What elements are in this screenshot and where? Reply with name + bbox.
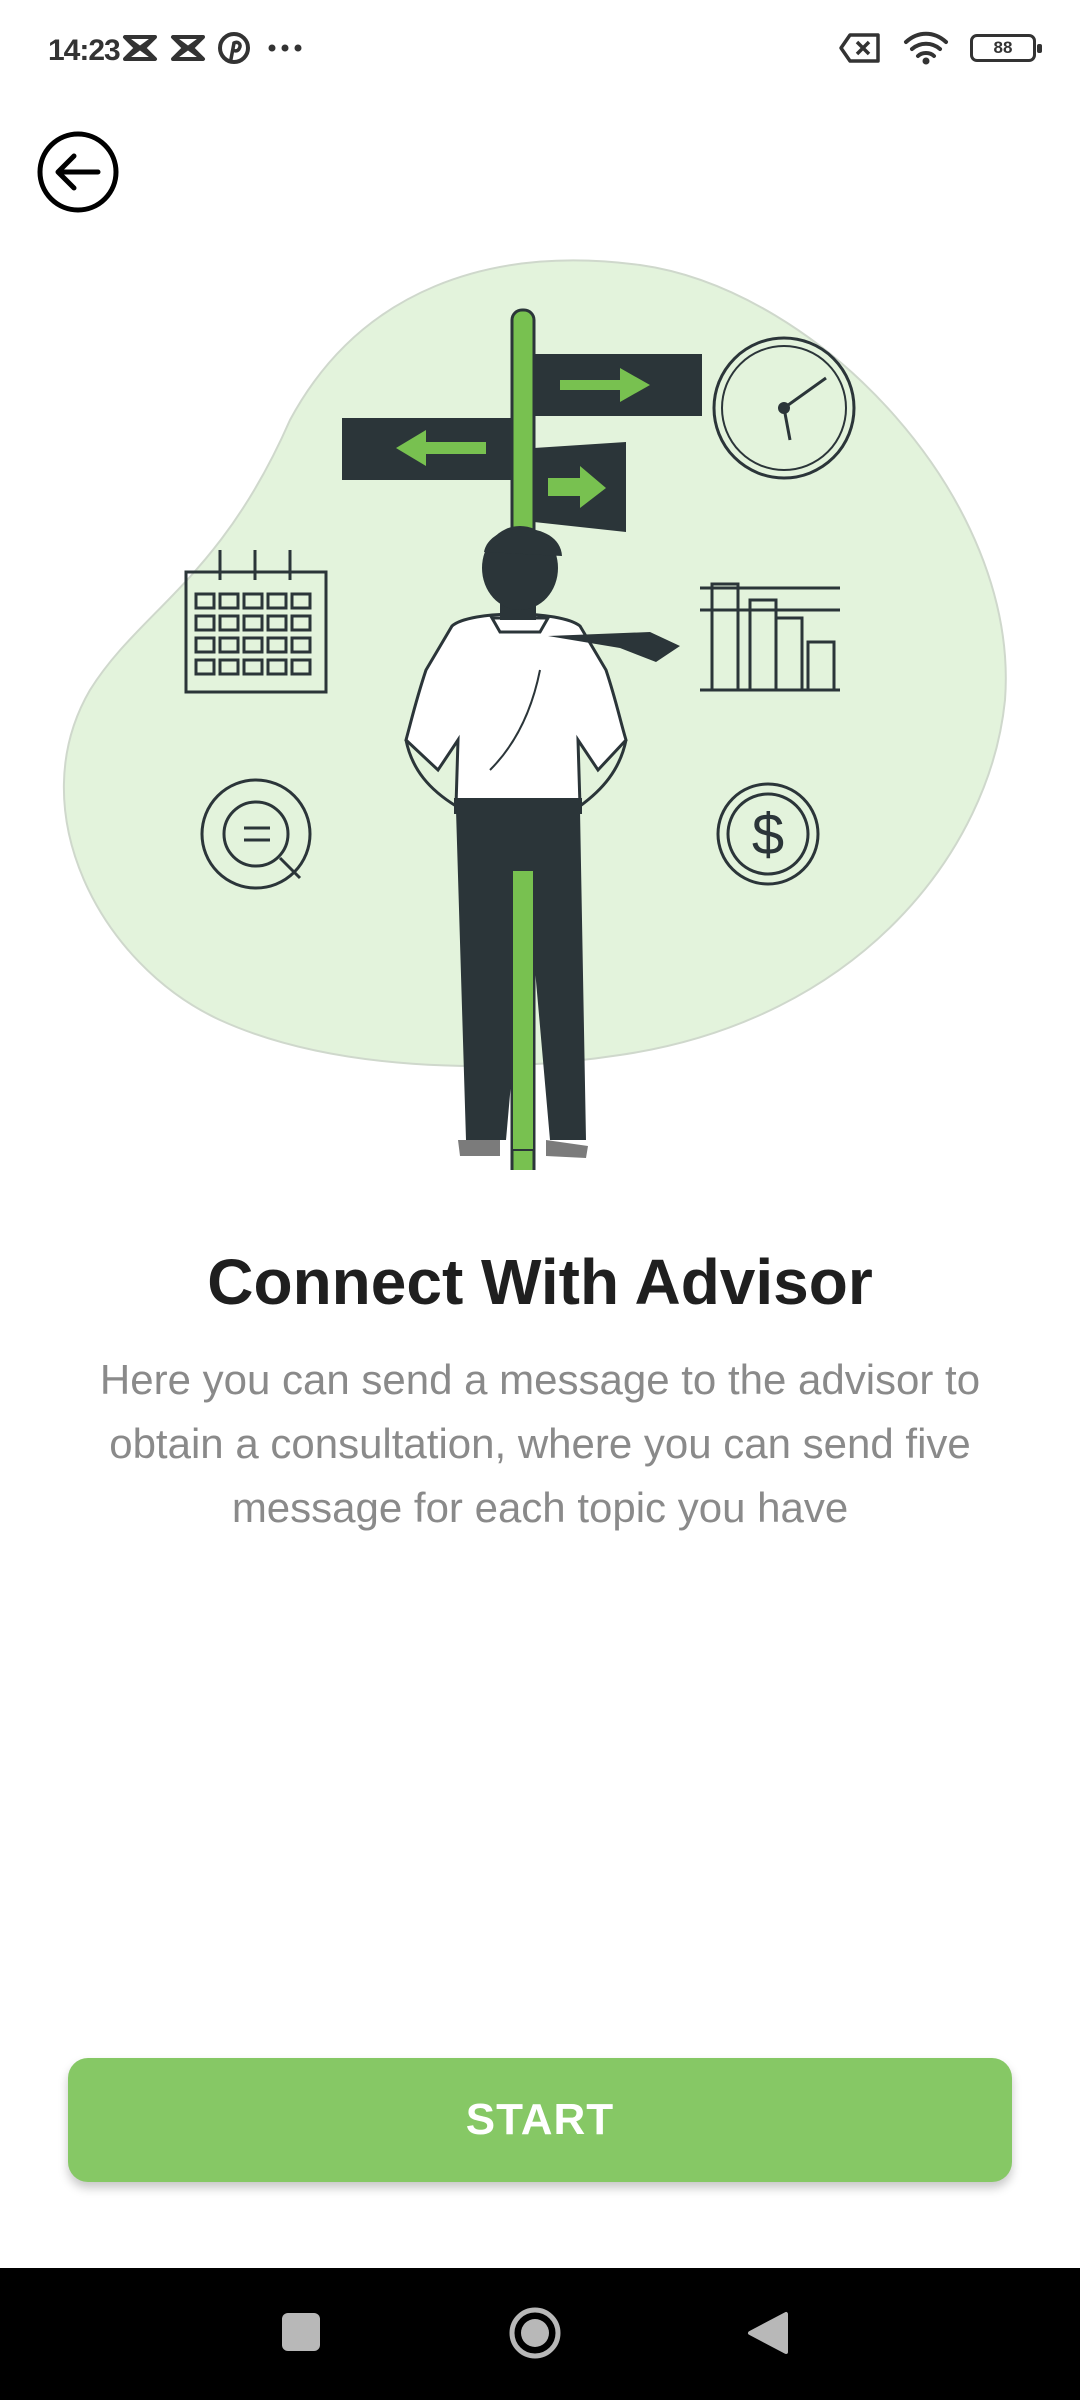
status-bar: 14:23 88 (0, 0, 1080, 108)
page-description: Here you can send a message to the advis… (99, 1356, 981, 1531)
recents-square-icon[interactable] (282, 2313, 320, 2351)
back-triangle-icon[interactable] (746, 2310, 790, 2356)
capcut-icon (171, 35, 205, 61)
battery-icon: 88 (970, 34, 1042, 62)
system-nav-bar (0, 2268, 1080, 2400)
start-button[interactable]: START (68, 2058, 1012, 2182)
start-button-label: START (465, 2095, 615, 2144)
status-right-icons: 88 (838, 30, 1042, 66)
battery-level: 88 (993, 38, 1013, 57)
status-left-icons (122, 32, 308, 64)
status-time: 14:23 (48, 34, 121, 67)
svg-text:$: $ (752, 802, 784, 867)
pinterest-icon (218, 32, 250, 64)
illustration-svg: $ (62, 259, 1007, 1212)
more-dots-icon (268, 44, 302, 52)
wifi-icon (904, 31, 948, 65)
sim-disabled-icon (839, 33, 880, 63)
capcut-icon (123, 35, 157, 61)
back-button[interactable] (36, 130, 120, 214)
advisor-signpost-illustration: $ (60, 250, 1020, 1212)
page-title: Connect With Advisor (207, 1246, 873, 1318)
back-arrow-circle-icon (37, 131, 119, 213)
home-circle-icon[interactable] (508, 2306, 562, 2360)
